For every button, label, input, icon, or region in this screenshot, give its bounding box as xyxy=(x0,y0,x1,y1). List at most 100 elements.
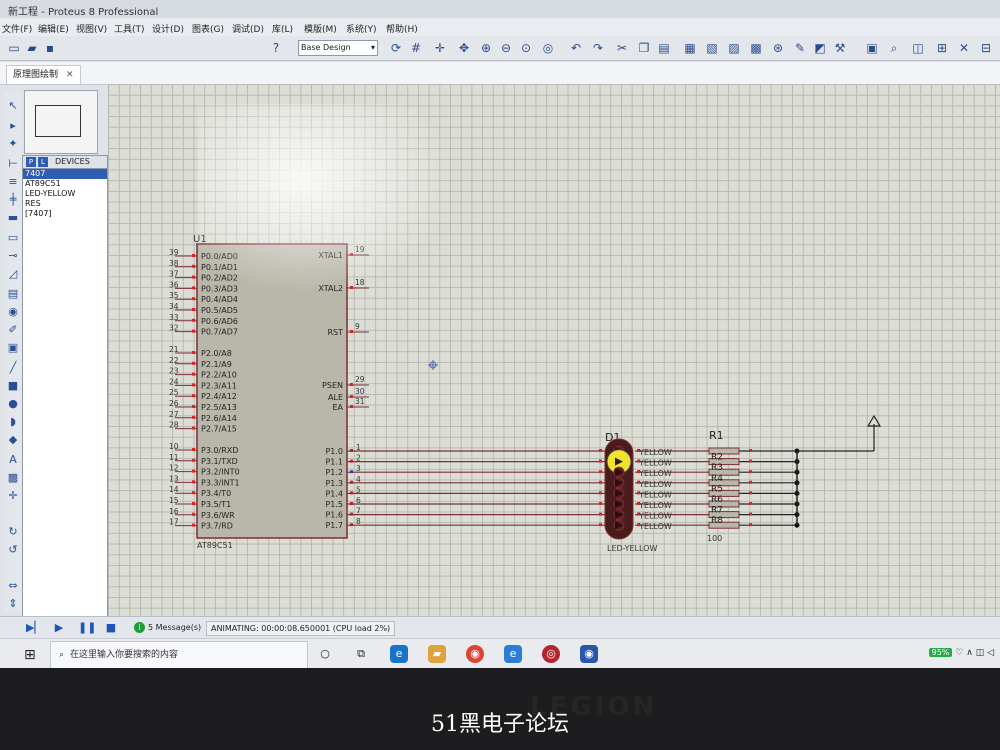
block-move-icon[interactable]: ▧ xyxy=(704,40,720,56)
new-file-icon[interactable]: ▭ xyxy=(6,40,22,56)
zoom-out-icon[interactable]: ⊖ xyxy=(498,40,514,56)
undo-icon[interactable]: ↶ xyxy=(568,40,584,56)
device-item-res[interactable]: RES xyxy=(23,199,107,209)
menu-graph[interactable]: 图表(G) xyxy=(192,22,224,35)
tab-schematic[interactable]: 原理图绘制 ✕ xyxy=(6,65,81,84)
chrome-icon[interactable]: ◉ xyxy=(466,645,484,663)
proteus-icon[interactable]: ◉ xyxy=(580,645,598,663)
menu-file[interactable]: 文件(F) xyxy=(2,22,32,35)
circle-icon[interactable]: ● xyxy=(7,398,19,410)
overview-window[interactable] xyxy=(24,90,98,154)
tape-recorder-icon[interactable]: ▤ xyxy=(7,288,19,300)
probe-icon[interactable]: ✐ xyxy=(7,324,19,336)
windows-start-icon[interactable]: ⊞ xyxy=(24,647,36,663)
search-icon[interactable]: ⌕ xyxy=(886,40,902,56)
step-icon[interactable]: ▶▏ xyxy=(26,621,43,635)
menu-system[interactable]: 系统(Y) xyxy=(346,22,377,35)
generator-icon[interactable]: ◉ xyxy=(7,306,19,318)
pick-device-icon[interactable]: ⊛ xyxy=(770,40,786,56)
zoom-area-icon[interactable]: ◎ xyxy=(540,40,556,56)
refresh-icon[interactable]: ⟳ xyxy=(388,40,404,56)
bus-icon[interactable]: ╪ xyxy=(7,194,19,206)
pin-icon[interactable]: ⊸ xyxy=(7,250,19,262)
design-selector[interactable]: Base Design ▾ xyxy=(298,40,378,56)
file-explorer-icon[interactable]: ▰ xyxy=(428,645,446,663)
zoom-in-icon[interactable]: ⊕ xyxy=(478,40,494,56)
mirror-vertical-icon[interactable]: ⇕ xyxy=(7,598,19,610)
text-icon[interactable]: A xyxy=(7,454,19,466)
delete-sheet-icon[interactable]: ✕ xyxy=(956,40,972,56)
graph-icon[interactable]: ◿ xyxy=(7,268,19,280)
tray-heart-icon[interactable]: ♡ xyxy=(955,648,963,658)
library-manager-button[interactable]: L xyxy=(38,157,48,167)
menu-template[interactable]: 模版(M) xyxy=(304,22,337,35)
edge-icon[interactable]: e xyxy=(390,645,408,663)
close-icon[interactable]: ✕ xyxy=(66,70,74,80)
device-item-at89c51[interactable]: AT89C51 xyxy=(23,179,107,189)
mirror-horizontal-icon[interactable]: ⇔ xyxy=(7,580,19,592)
path-icon[interactable]: ◆ xyxy=(7,434,19,446)
menu-view[interactable]: 视图(V) xyxy=(76,22,107,35)
instrument-icon[interactable]: ▣ xyxy=(7,342,19,354)
rotate-ccw-icon[interactable]: ↺ xyxy=(7,544,19,556)
property-assign-icon[interactable]: ◫ xyxy=(910,40,926,56)
volume-icon[interactable]: ◁ xyxy=(987,648,994,658)
task-view-icon[interactable]: ⧉ xyxy=(352,645,370,663)
terminal-icon[interactable]: ▭ xyxy=(7,232,19,244)
taskbar-search[interactable]: ⌕ 在这里输入你要搜索的内容 xyxy=(50,641,308,668)
copy-icon[interactable]: ❐ xyxy=(636,40,652,56)
origin-icon[interactable]: ✛ xyxy=(432,40,448,56)
menu-edit[interactable]: 编辑(E) xyxy=(38,22,69,35)
pick-devices-button[interactable]: P xyxy=(26,157,36,167)
block-rotate-icon[interactable]: ▨ xyxy=(726,40,742,56)
exit-to-parent-icon[interactable]: ⊟ xyxy=(978,40,994,56)
menu-help[interactable]: 帮助(H) xyxy=(386,22,418,35)
new-sheet-icon[interactable]: ⊞ xyxy=(934,40,950,56)
rotate-cw-icon[interactable]: ↻ xyxy=(7,526,19,538)
paste-icon[interactable]: ▤ xyxy=(656,40,672,56)
stop-icon[interactable]: ■ xyxy=(104,621,118,635)
menu-tools[interactable]: 工具(T) xyxy=(114,22,145,35)
zoom-all-icon[interactable]: ⊙ xyxy=(518,40,534,56)
junction-dot-icon[interactable]: ✦ xyxy=(7,138,19,150)
wire-label-icon[interactable]: ⊢ xyxy=(7,158,19,170)
menu-library[interactable]: 库(L) xyxy=(272,22,293,35)
text-script-icon[interactable]: ≡ xyxy=(7,176,19,188)
pan-icon[interactable]: ✥ xyxy=(456,40,472,56)
box-icon[interactable]: ■ xyxy=(7,380,19,392)
cut-icon[interactable]: ✂ xyxy=(614,40,630,56)
play-icon[interactable]: ▶ xyxy=(52,621,66,635)
menu-debug[interactable]: 调试(D) xyxy=(232,22,264,35)
device-item-7407[interactable]: 7407 xyxy=(23,169,107,179)
network-icon[interactable]: ◫ xyxy=(976,648,985,658)
app-icon[interactable]: ◎ xyxy=(542,645,560,663)
tray-chevron-up-icon[interactable]: ∧ xyxy=(966,648,973,658)
redo-icon[interactable]: ↷ xyxy=(590,40,606,56)
message-count[interactable]: i5 Message(s) xyxy=(134,622,201,633)
make-device-icon[interactable]: ✎ xyxy=(792,40,808,56)
block-delete-icon[interactable]: ▩ xyxy=(748,40,764,56)
line-icon[interactable]: ╱ xyxy=(7,362,19,374)
cortana-icon[interactable]: ○ xyxy=(316,645,334,663)
wire-autorouter-icon[interactable]: ▣ xyxy=(864,40,880,56)
grid-icon[interactable]: # xyxy=(408,40,424,56)
menu-design[interactable]: 设计(D) xyxy=(152,22,184,35)
decompose-icon[interactable]: ⚒ xyxy=(832,40,848,56)
save-icon[interactable]: ▪ xyxy=(42,40,58,56)
device-item-led-yellow[interactable]: LED-YELLOW xyxy=(23,189,107,199)
ie-icon[interactable]: e xyxy=(504,645,522,663)
schematic-canvas[interactable]: U1 AT89C51 39 P0.0/AD0 38 P0.1/AD1 37 P0.2/AD2 3… xyxy=(108,84,1000,616)
marker-icon[interactable]: ✛ xyxy=(7,490,19,502)
block-copy-icon[interactable]: ▦ xyxy=(682,40,698,56)
open-folder-icon[interactable]: ▰ xyxy=(24,40,40,56)
selection-mode-icon[interactable]: ↖ xyxy=(7,100,19,112)
device-item-7407-bracket[interactable]: [7407] xyxy=(23,209,107,219)
package-tool-icon[interactable]: ◩ xyxy=(812,40,828,56)
symbol-icon[interactable]: ▩ xyxy=(7,472,19,484)
battery-indicator[interactable]: 95% xyxy=(928,648,953,657)
help-icon[interactable]: ? xyxy=(268,40,284,56)
component-mode-icon[interactable]: ▸ xyxy=(7,120,19,132)
subcircuit-icon[interactable]: ▬ xyxy=(7,212,19,224)
arc-icon[interactable]: ◗ xyxy=(7,416,19,428)
pause-icon[interactable]: ❚❚ xyxy=(78,621,96,635)
